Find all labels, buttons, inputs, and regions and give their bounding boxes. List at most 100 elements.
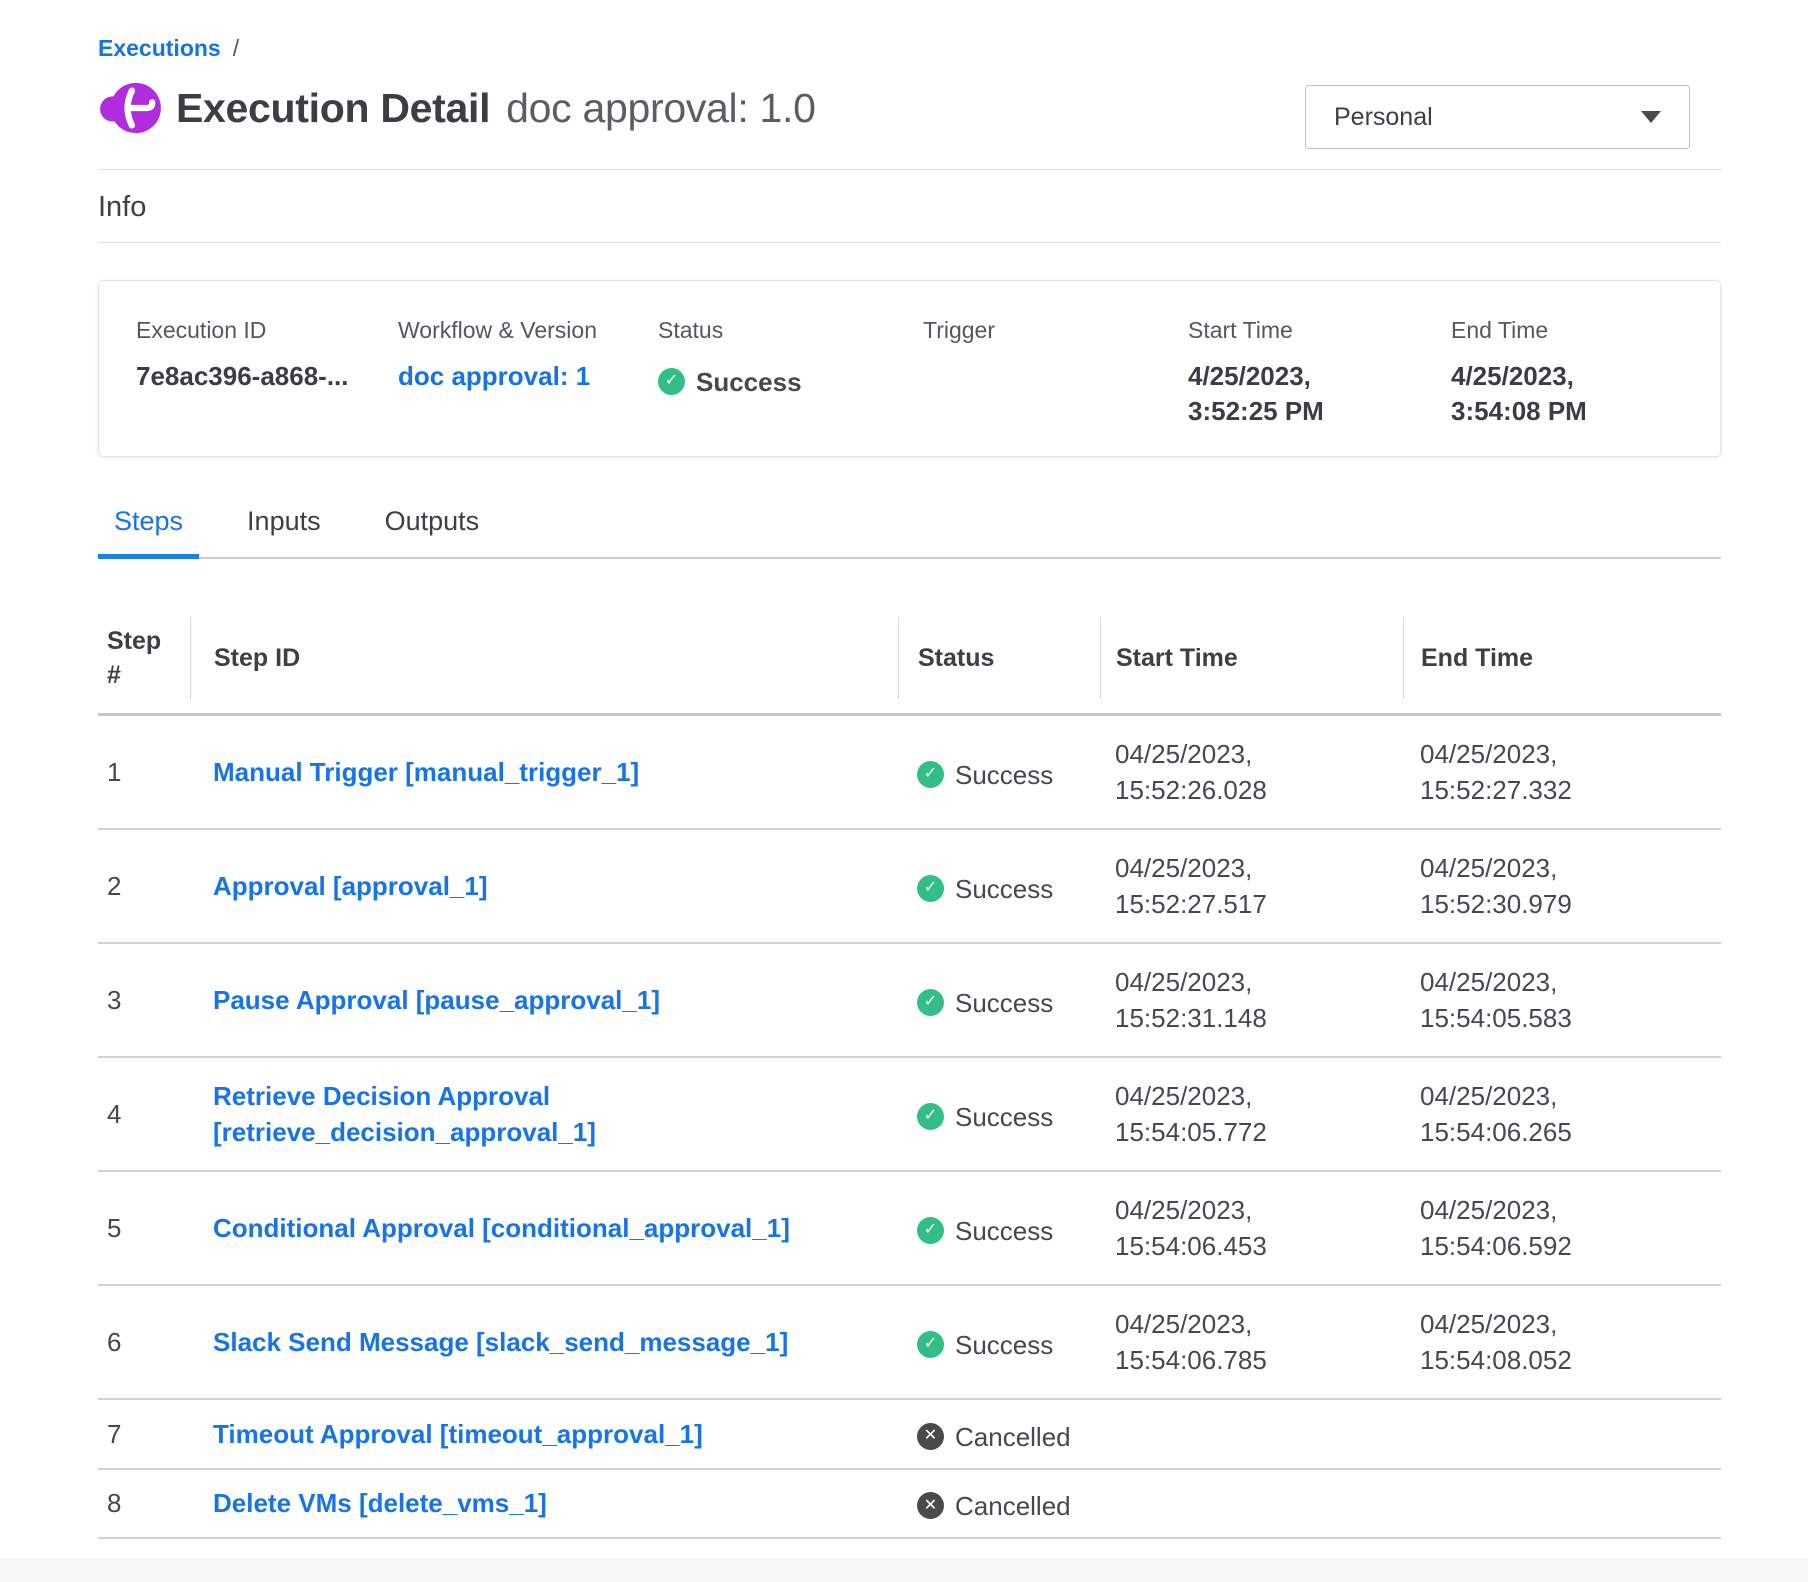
info-field-start-time: Start Time 4/25/2023, 3:52:25 PM <box>1188 317 1451 429</box>
step-number: 7 <box>98 1416 190 1452</box>
tab-steps[interactable]: Steps <box>98 502 199 557</box>
column-header-end-time: End Time <box>1403 617 1721 699</box>
step-number: 3 <box>98 982 190 1018</box>
table-header: Step # Step ID Status Start Time End Tim… <box>98 603 1721 716</box>
column-header-start-time: Start Time <box>1100 617 1403 699</box>
check-icon: ✓ <box>924 1222 937 1238</box>
status-badge: ✓✕ Success <box>658 364 802 400</box>
divider <box>98 242 1721 243</box>
check-icon: ✓ <box>924 880 937 896</box>
field-label: End Time <box>1451 317 1720 344</box>
status-badge: ✓✕ Success <box>917 757 1053 793</box>
status-text: Success <box>955 1213 1053 1249</box>
end-time: 04/25/2023, 15:52:30.979 <box>1420 850 1585 922</box>
step-number: 8 <box>98 1485 190 1521</box>
breadcrumb: Executions / <box>98 33 1721 63</box>
info-section-title: Info <box>98 191 1721 224</box>
field-label: Execution ID <box>136 317 398 344</box>
step-link[interactable]: Pause Approval [pause_approval_1] <box>213 985 660 1015</box>
table-row: 7 Timeout Approval [timeout_approval_1] … <box>98 1400 1721 1470</box>
step-link[interactable]: Slack Send Message [slack_send_message_1… <box>213 1327 788 1357</box>
status-icon: ✓✕ <box>917 761 944 788</box>
x-icon: ✕ <box>924 1428 937 1444</box>
status-text: Success <box>955 757 1053 793</box>
end-time: 04/25/2023, 15:54:05.583 <box>1420 964 1585 1036</box>
step-number: 4 <box>98 1096 190 1132</box>
start-time: 04/25/2023, 15:54:06.453 <box>1115 1192 1280 1264</box>
table-row: 2 Approval [approval_1] ✓✕Success 04/25/… <box>98 830 1721 944</box>
check-icon: ✓ <box>665 373 678 389</box>
status-badge: ✓✕Success <box>917 1213 1053 1249</box>
step-link[interactable]: Approval [approval_1] <box>213 871 488 901</box>
status-icon: ✓✕ <box>917 989 944 1016</box>
page-title: Execution Detail <box>176 85 490 132</box>
table-row: 3 Pause Approval [pause_approval_1] ✓✕ Su… <box>98 944 1721 1058</box>
table-row: 8 Delete VMs [delete_vms_1] ✓✕ Cancelled <box>98 1470 1721 1540</box>
status-badge: ✓✕ Success <box>917 985 1053 1021</box>
page-subtitle: doc approval: 1.0 <box>506 85 815 132</box>
tab-outputs[interactable]: Outputs <box>369 502 496 557</box>
step-link[interactable]: Timeout Approval [timeout_approval_1] <box>213 1419 703 1449</box>
scope-selector[interactable]: Personal <box>1305 85 1690 149</box>
status-badge: ✓✕Success <box>917 871 1053 907</box>
status-text: Cancelled <box>955 1488 1071 1524</box>
workflow-version-link[interactable]: doc approval: 1 <box>398 361 590 391</box>
start-time: 04/25/2023, 15:54:06.785 <box>1115 1306 1280 1378</box>
chevron-down-icon <box>1641 111 1661 123</box>
status-text: Success <box>696 364 802 400</box>
tab-inputs[interactable]: Inputs <box>231 502 337 557</box>
start-time: 04/25/2023, 15:52:26.028 <box>1115 736 1280 808</box>
start-time: 04/25/2023, 15:52:27.517 <box>1115 850 1280 922</box>
status-text: Success <box>955 985 1053 1021</box>
column-header-status: Status <box>898 617 1100 699</box>
step-number: 6 <box>98 1324 190 1360</box>
info-field-workflow-version: Workflow & Version doc approval: 1 <box>398 317 658 429</box>
end-time: 04/25/2023, 15:54:08.052 <box>1420 1306 1585 1378</box>
status-icon: ✓✕ <box>917 1103 944 1130</box>
breadcrumb-executions-link[interactable]: Executions <box>98 35 221 61</box>
status-icon: ✓✕ <box>658 368 685 395</box>
field-label: Start Time <box>1188 317 1451 344</box>
status-text: Success <box>955 1099 1053 1135</box>
table-row: 4 Retrieve Decision Approval [retrieve_d… <box>98 1058 1721 1172</box>
end-time: 04/25/2023, 15:54:06.265 <box>1420 1078 1585 1150</box>
x-icon: ✕ <box>924 1498 937 1514</box>
status-badge: ✓✕ Success <box>917 1099 1053 1135</box>
page-bottom-strip <box>0 1558 1808 1582</box>
start-time-value: 4/25/2023, 3:52:25 PM <box>1188 359 1388 429</box>
steps-table: Step # Step ID Status Start Time End Tim… <box>98 603 1721 1539</box>
step-link[interactable]: Manual Trigger [manual_trigger_1] <box>213 757 639 787</box>
table-row: 1 Manual Trigger [manual_trigger_1] ✓✕Su… <box>98 716 1721 830</box>
divider <box>98 169 1721 170</box>
field-label: Status <box>658 317 923 344</box>
end-time: 04/25/2023, 15:52:27.332 <box>1420 736 1585 808</box>
info-field-status: Status ✓✕ Success <box>658 317 923 429</box>
execution-id-value: 7e8ac396-a868-... <box>136 359 398 394</box>
status-badge: ✓✕ Cancelled <box>917 1488 1071 1524</box>
table-row: 5 Conditional Approval [conditional_appr… <box>98 1172 1721 1286</box>
step-number: 2 <box>98 868 190 904</box>
step-link[interactable]: Retrieve Decision Approval [retrieve_dec… <box>213 1081 596 1147</box>
field-label: Workflow & Version <box>398 317 658 344</box>
workflow-icon <box>98 80 162 136</box>
step-link[interactable]: Delete VMs [delete_vms_1] <box>213 1488 547 1518</box>
end-time-value: 4/25/2023, 3:54:08 PM <box>1451 359 1651 429</box>
status-icon: ✓✕ <box>917 1492 944 1519</box>
breadcrumb-separator: / <box>233 35 239 61</box>
info-field-trigger: Trigger <box>923 317 1188 429</box>
status-text: Success <box>955 1327 1053 1363</box>
info-field-end-time: End Time 4/25/2023, 3:54:08 PM <box>1451 317 1720 429</box>
check-icon: ✓ <box>924 1336 937 1352</box>
status-badge: ✓✕ Cancelled <box>917 1419 1071 1455</box>
step-link[interactable]: Conditional Approval [conditional_approv… <box>213 1213 790 1243</box>
status-icon: ✓✕ <box>917 875 944 902</box>
status-badge: ✓✕ Success <box>917 1327 1053 1363</box>
status-icon: ✓✕ <box>917 1423 944 1450</box>
status-icon: ✓✕ <box>917 1331 944 1358</box>
status-text: Cancelled <box>955 1419 1071 1455</box>
scope-selector-value: Personal <box>1334 103 1433 132</box>
column-header-step-id: Step ID <box>190 617 898 699</box>
execution-detail-page: Executions / Execution Detail doc approva… <box>0 0 1808 1582</box>
step-number: 5 <box>98 1210 190 1246</box>
info-field-execution-id: Execution ID 7e8ac396-a868-... <box>136 317 398 429</box>
